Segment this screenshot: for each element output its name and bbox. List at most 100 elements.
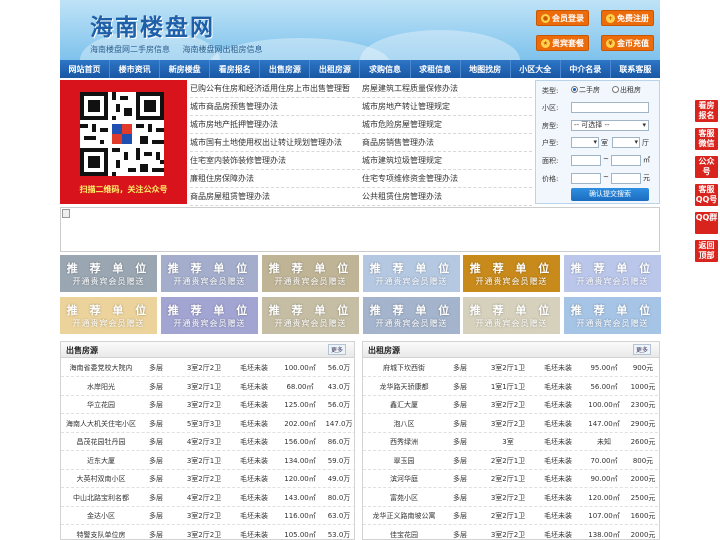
article-link[interactable]: 已购公有住房和经济适用住房上市出售管理暂 (190, 80, 360, 98)
listing-name[interactable]: 西秀绿洲 (363, 433, 445, 451)
article-link[interactable]: 住宅专项维修资金管理办法 (362, 170, 532, 188)
area-max-input[interactable] (611, 155, 641, 166)
community-input[interactable] (571, 102, 649, 113)
nav-communities[interactable]: 小区大全 (511, 60, 561, 78)
nav-home[interactable]: 网站首页 (60, 60, 111, 78)
article-link[interactable]: 房屋建筑工程质量保修办法 (362, 80, 532, 98)
listing-name[interactable]: 滨河华庭 (363, 470, 445, 488)
sidebar-viewing-signup[interactable]: 看房报名 (695, 100, 718, 122)
site-title[interactable]: 海南楼盘网 (90, 8, 215, 42)
area-min-input[interactable] (571, 155, 601, 166)
bedrooms-select[interactable]: ▾ (571, 137, 599, 148)
type-option-secondhand[interactable]: 二手房 (571, 85, 600, 95)
listing-name[interactable]: 富苑小区 (363, 489, 445, 507)
recommended-unit-ad[interactable]: 推 荐 单 位开通贵宾会员赠送 (463, 255, 560, 292)
listing-row[interactable]: 龙华路天骄康都 多层 1室1厅1卫 毛坯未装 56.00㎡ 1000元 (363, 378, 658, 396)
article-link[interactable]: 城市建筑垃圾管理规定 (362, 152, 532, 170)
article-link[interactable]: 城市危险房屋管理规定 (362, 116, 532, 134)
listing-row[interactable]: 泡八区 多层 3室2厅2卫 毛坯未装 147.00㎡ 2900元 (363, 415, 658, 433)
listing-row[interactable]: 金达小区 多层 3室2厅2卫 毛坯未装 116.00㎡ 63.0万 (61, 507, 354, 525)
listing-row[interactable]: 海南省委党校大院内 多层 3室2厅2卫 毛坯未装 100.00㎡ 56.0万 (61, 359, 354, 377)
listing-row[interactable]: 特警支队单位房 多层 3室2厅2卫 毛坯未装 105.00㎡ 53.0万 (61, 526, 354, 540)
recommended-unit-ad[interactable]: 推 荐 单 位开通贵宾会员赠送 (60, 255, 157, 292)
article-link[interactable]: 城市房地产抵押管理办法 (190, 116, 360, 134)
nav-agencies[interactable]: 中介名录 (561, 60, 611, 78)
nav-for-rent[interactable]: 出租房源 (310, 60, 361, 78)
free-register-button[interactable]: + 免费注册 (601, 10, 654, 26)
nav-rent-requests[interactable]: 求租信息 (411, 60, 461, 78)
price-min-input[interactable] (571, 173, 601, 184)
listing-row[interactable]: 滨河华庭 多层 2室2厅1卫 毛坯未装 90.00㎡ 2000元 (363, 470, 658, 488)
coin-recharge-button[interactable]: ¥ 金币充值 (601, 35, 654, 51)
article-link[interactable]: 城市国有土地使用权出让转让规划管理办法 (190, 134, 360, 152)
article-link[interactable]: 城市房地产转让管理规定 (362, 98, 532, 116)
sidebar-qq-group[interactable]: QQ群 (695, 212, 718, 234)
recommended-unit-ad[interactable]: 推 荐 单 位开通贵宾会员赠送 (463, 297, 560, 334)
listing-name[interactable]: 大英村双南小区 (61, 470, 141, 488)
listing-name[interactable]: 海南人大机关住宅小区 (61, 415, 141, 433)
listing-name[interactable]: 昌茂花园牡丹园 (61, 433, 141, 451)
type-option-rental[interactable]: 出租房 (612, 85, 641, 95)
sidebar-official-account[interactable]: 公众号 (695, 156, 718, 178)
article-link[interactable]: 商品房销售管理办法 (362, 134, 532, 152)
vip-package-button[interactable]: ★ 贵宾套餐 (536, 35, 589, 51)
listing-name[interactable]: 金达小区 (61, 507, 141, 525)
recommended-unit-ad[interactable]: 推 荐 单 位开通贵宾会员赠送 (564, 255, 661, 292)
sale-more-button[interactable]: 更多 (327, 344, 346, 355)
article-link[interactable]: 住宅室内装饰装修管理办法 (190, 152, 360, 170)
rooms-select[interactable]: -- 可选择 -- ▾ (571, 120, 649, 131)
price-max-input[interactable] (611, 173, 641, 184)
listing-row[interactable]: 海南人大机关住宅小区 多层 5室3厅3卫 毛坯未装 202.00㎡ 147.0万 (61, 415, 354, 433)
listing-row[interactable]: 府城下坎西街 多层 3室2厅1卫 毛坯未装 95.00㎡ 900元 (363, 359, 658, 377)
recommended-unit-ad[interactable]: 推 荐 单 位开通贵宾会员赠送 (363, 297, 460, 334)
nav-map-search[interactable]: 地图找房 (461, 60, 511, 78)
listing-name[interactable]: 水岸阳光 (61, 378, 141, 396)
recommended-unit-ad[interactable]: 推 荐 单 位开通贵宾会员赠送 (60, 297, 157, 334)
listing-row[interactable]: 富苑小区 多层 3室2厅2卫 毛坯未装 120.00㎡ 2500元 (363, 489, 658, 507)
recommended-unit-ad[interactable]: 推 荐 单 位开通贵宾会员赠送 (363, 255, 460, 292)
listing-row[interactable]: 昌茂花园牡丹园 多层 4室2厅3卫 毛坯未装 156.00㎡ 86.0万 (61, 433, 354, 451)
nav-contact[interactable]: 联系客服 (611, 60, 660, 78)
nav-new-homes[interactable]: 新房楼盘 (160, 60, 211, 78)
livingrooms-select[interactable]: ▾ (612, 137, 640, 148)
listing-row[interactable]: 近东大厦 多层 3室2厅1卫 毛坯未装 134.00㎡ 59.0万 (61, 452, 354, 470)
listing-name[interactable]: 佳宝花园 (363, 526, 445, 540)
sidebar-back-to-top[interactable]: 返回顶部 (695, 240, 718, 262)
listing-row[interactable]: 翠玉园 多层 2室2厅1卫 毛坯未装 70.00㎡ 800元 (363, 452, 658, 470)
article-link[interactable]: 公共租赁住房管理办法 (362, 188, 532, 206)
sidebar-service-wechat[interactable]: 客服微信 (695, 128, 718, 150)
listing-name[interactable]: 近东大厦 (61, 452, 141, 470)
listing-name[interactable]: 龙华正义路南坡公寓 (363, 507, 445, 525)
listing-name[interactable]: 翠玉园 (363, 452, 445, 470)
listing-row[interactable]: 鑫汇大厦 多层 3室2厅2卫 毛坯未装 100.00㎡ 2300元 (363, 396, 658, 414)
recommended-unit-ad[interactable]: 推 荐 单 位开通贵宾会员赠送 (161, 297, 258, 334)
recommended-unit-ad[interactable]: 推 荐 单 位开通贵宾会员赠送 (262, 297, 359, 334)
listing-row[interactable]: 大英村双南小区 多层 3室2厅2卫 毛坯未装 120.00㎡ 49.0万 (61, 470, 354, 488)
recommended-unit-ad[interactable]: 推 荐 单 位开通贵宾会员赠送 (564, 297, 661, 334)
listing-row[interactable]: 水岸阳光 多层 3室2厅1卫 毛坯未装 68.00㎡ 43.0万 (61, 378, 354, 396)
article-link[interactable]: 商品房屋租赁管理办法 (190, 188, 360, 206)
listing-name[interactable]: 海南省委党校大院内 (61, 359, 141, 377)
listing-name[interactable]: 中山北路宝利名都 (61, 489, 141, 507)
listing-name[interactable]: 特警支队单位房 (61, 526, 141, 540)
article-link[interactable]: 城市商品房预售管理办法 (190, 98, 360, 116)
listing-name[interactable]: 华立花园 (61, 396, 141, 414)
secondhand-info-link[interactable]: 海南楼盘网二手房信息 (90, 45, 170, 54)
article-link[interactable]: 廉租住房保障办法 (190, 170, 360, 188)
listing-name[interactable]: 泡八区 (363, 415, 445, 433)
listing-row[interactable]: 华立花园 多层 3室2厅2卫 毛坯未装 125.00㎡ 56.0万 (61, 396, 354, 414)
nav-for-sale[interactable]: 出售房源 (260, 60, 311, 78)
recommended-unit-ad[interactable]: 推 荐 单 位开通贵宾会员赠送 (262, 255, 359, 292)
nav-news[interactable]: 楼市资讯 (110, 60, 161, 78)
listing-row[interactable]: 西秀绿洲 多层 3室 毛坯未装 未知 2600元 (363, 433, 658, 451)
listing-row[interactable]: 佳宝花园 多层 3室2厅2卫 毛坯未装 138.00㎡ 2000元 (363, 526, 658, 540)
nav-viewing-signup[interactable]: 看房报名 (210, 60, 261, 78)
rent-more-button[interactable]: 更多 (632, 344, 651, 355)
listing-name[interactable]: 龙华路天骄康都 (363, 378, 445, 396)
listing-name[interactable]: 鑫汇大厦 (363, 396, 445, 414)
listing-name[interactable]: 府城下坎西街 (363, 359, 445, 377)
search-submit-button[interactable]: 确认提交搜索 (571, 188, 649, 201)
nav-buy-requests[interactable]: 求购信息 (360, 60, 411, 78)
recommended-unit-ad[interactable]: 推 荐 单 位开通贵宾会员赠送 (161, 255, 258, 292)
rental-info-link[interactable]: 海南楼盘网出租房信息 (183, 45, 263, 54)
